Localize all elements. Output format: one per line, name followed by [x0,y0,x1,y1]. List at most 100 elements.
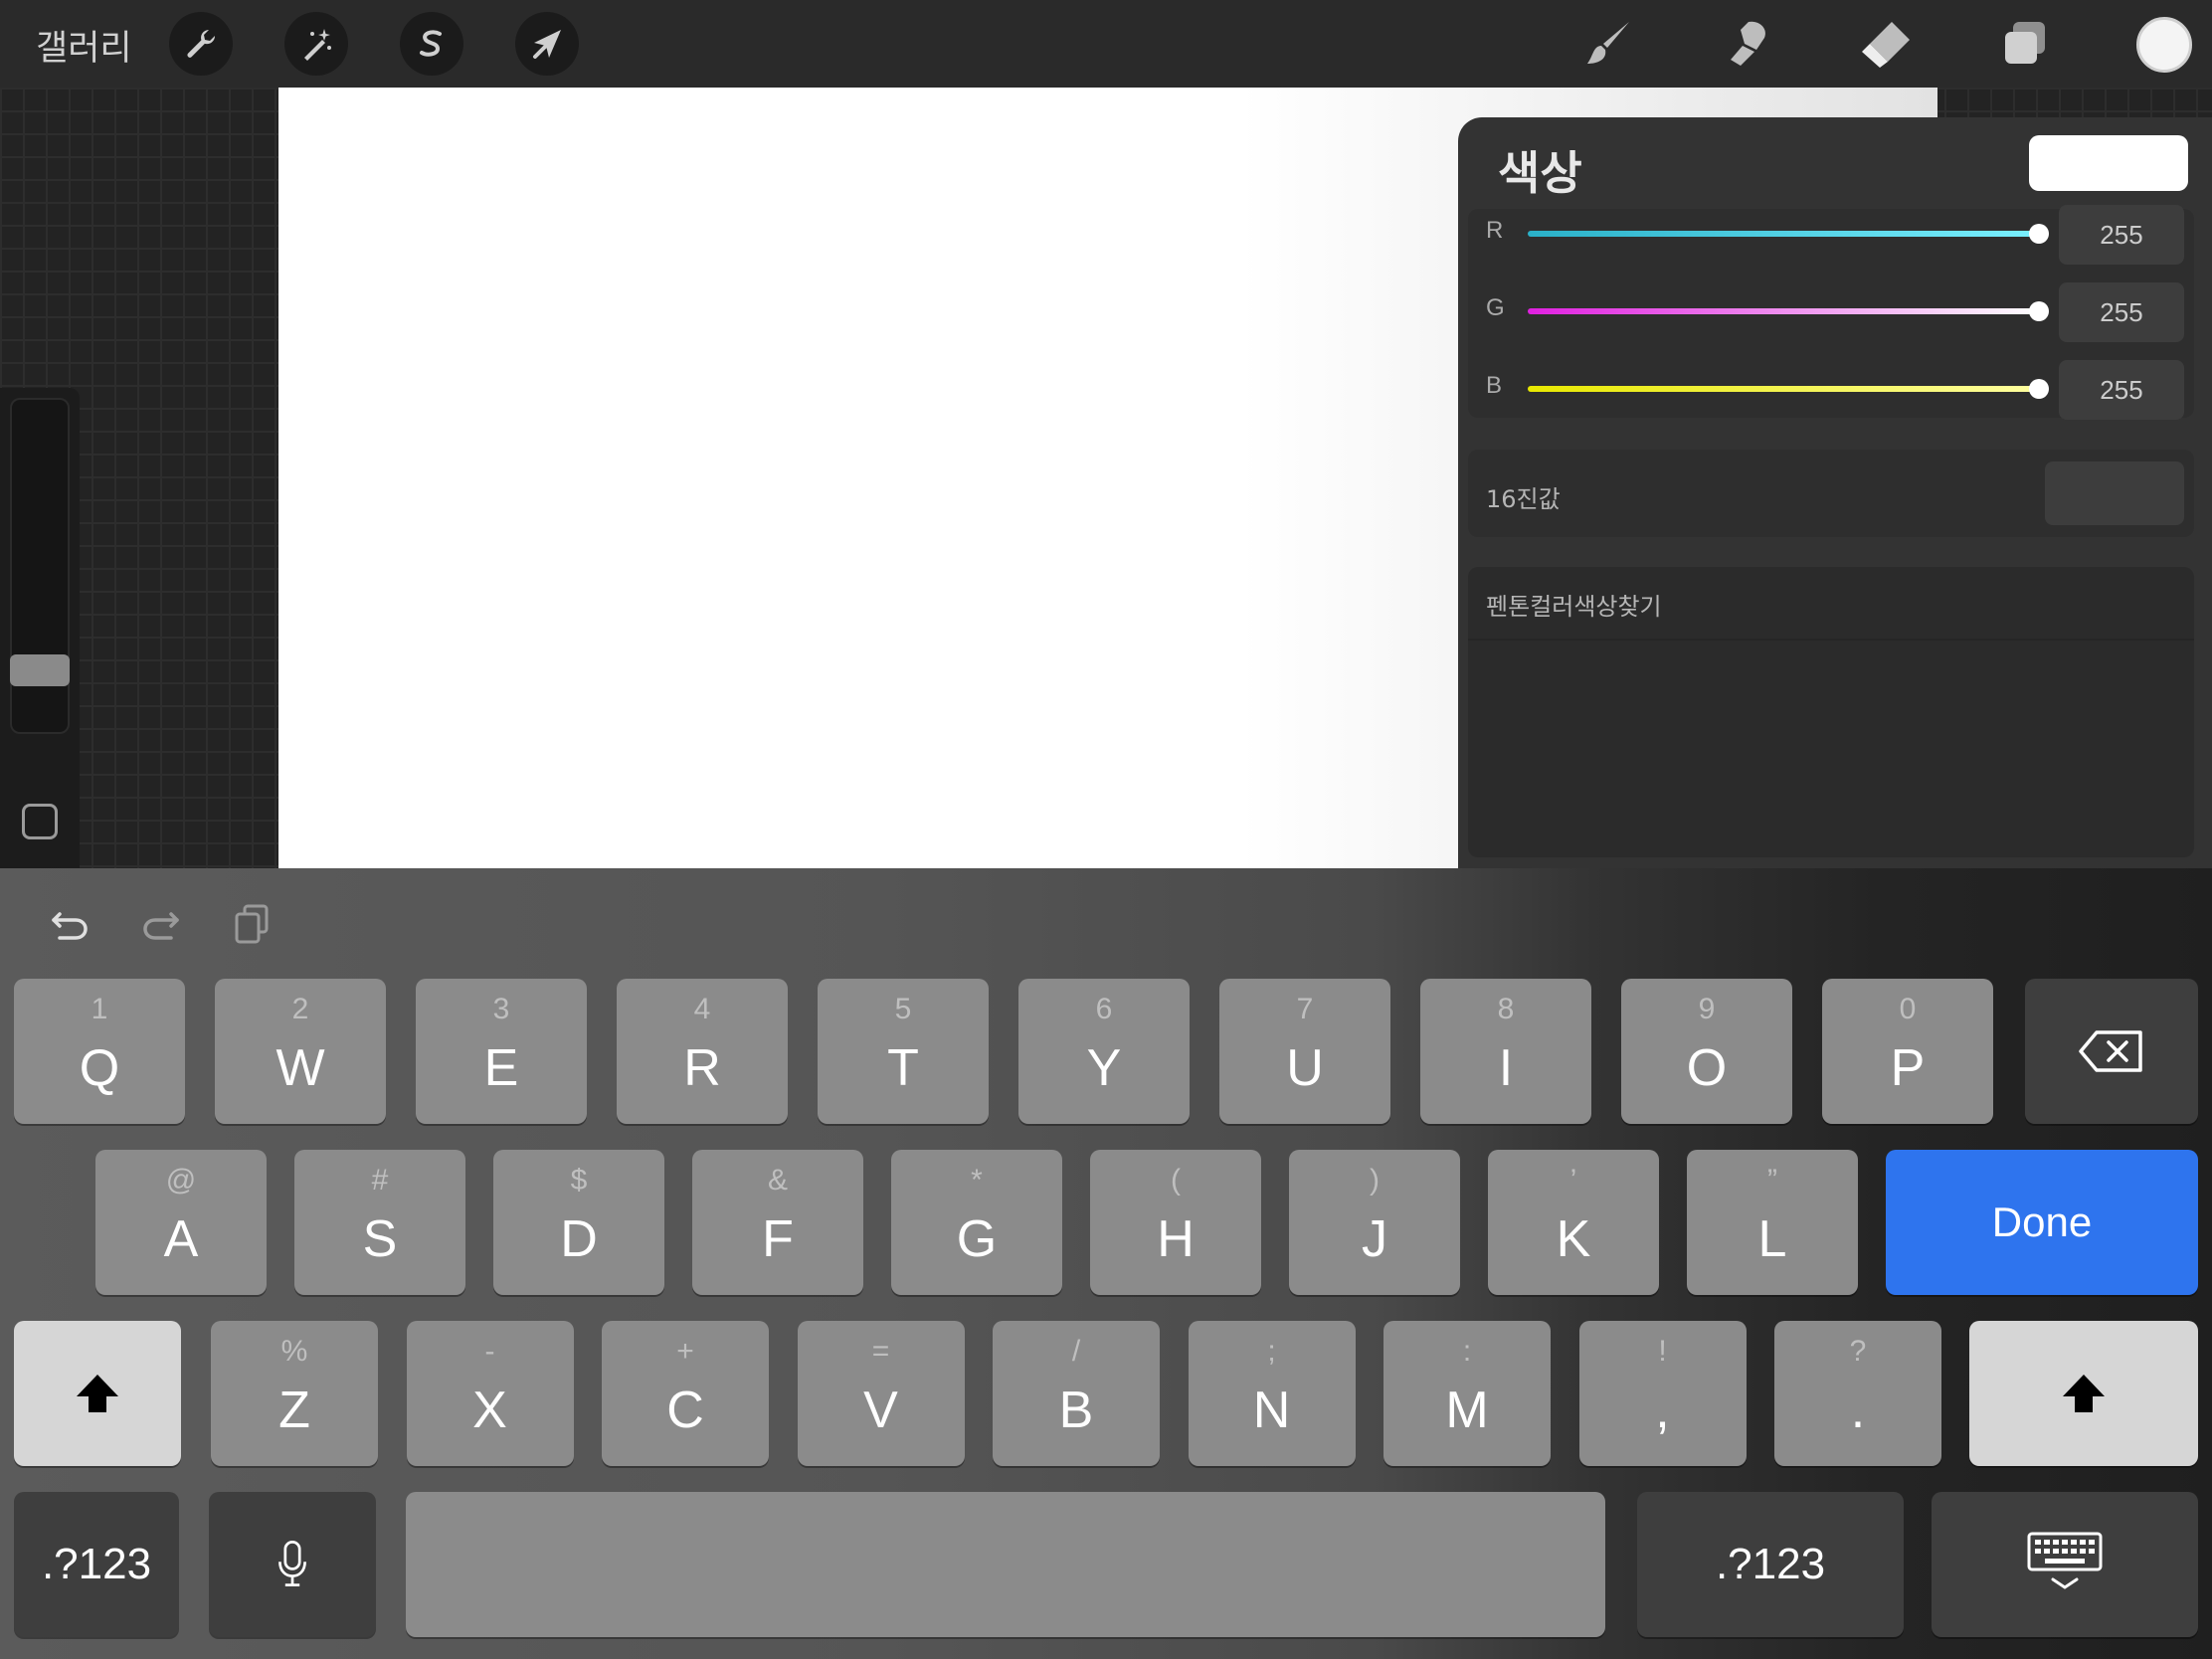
key-row1-7[interactable]: 8I [1420,979,1591,1124]
red-slider-knob[interactable] [2029,224,2049,244]
numbers-key-right-label: .?123 [1715,1540,1826,1588]
undo-button[interactable] [42,896,97,952]
key-row2-6[interactable]: ) J [1289,1150,1460,1295]
redo-button[interactable] [133,896,189,952]
transform-button[interactable] [515,12,579,76]
color-picker-button[interactable] [2136,17,2192,73]
color-panel: 색상 R 255 G 255 B 255 16진값 펜톤컬러색상찾기 [1458,117,2212,868]
selection-button[interactable] [400,12,463,76]
green-slider-track[interactable] [1528,308,2039,314]
key-secondary-label: * [971,1164,983,1197]
key-row3-5[interactable]: ; N [1188,1321,1356,1466]
green-label: G [1486,294,1505,321]
key-row2-1[interactable]: # S [294,1150,465,1295]
redo-icon [143,912,179,940]
key-secondary-label: ; [1267,1335,1276,1368]
key-row3-1[interactable]: -X [406,1321,574,1466]
key-row3-7[interactable]: !, [1578,1321,1747,1466]
key-secondary-label: $ [570,1164,588,1197]
dictation-key[interactable] [209,1492,376,1637]
shift-key-left[interactable] [14,1321,181,1466]
red-value-field[interactable]: 255 [2059,205,2184,265]
key-secondary-label: 1 [91,993,108,1025]
numbers-key-left[interactable]: .?123 [14,1492,179,1637]
blue-value-field[interactable]: 255 [2059,360,2184,420]
key-row1-5[interactable]: 6Y [1018,979,1190,1124]
blue-slider-knob[interactable] [2029,379,2049,399]
green-row: G 255 [1468,276,2194,346]
key-primary-label: C [666,1382,704,1439]
key-row2-2[interactable]: $ D [493,1150,664,1295]
key-row3-4[interactable]: / B [993,1321,1160,1466]
keyboard-dismiss-icon [2027,1532,2103,1589]
green-slider-knob[interactable] [2029,301,2049,321]
paste-button[interactable] [225,896,280,952]
key-secondary-label: @ [165,1164,197,1197]
selection-s-icon [420,30,442,57]
brush-button[interactable] [1579,14,1639,74]
key-row2-5[interactable]: (H [1090,1150,1261,1295]
space-key[interactable] [406,1492,1605,1637]
shift-key-right[interactable] [1969,1321,2198,1466]
red-slider-track[interactable] [1528,231,2039,237]
actions-button[interactable] [169,12,233,76]
blue-row: B 255 [1468,354,2194,424]
layers-button[interactable] [1995,14,2055,74]
key-primary-label: T [887,1039,919,1097]
done-key[interactable]: Done [1886,1150,2198,1295]
key-secondary-label: + [676,1335,694,1368]
key-row1-2[interactable]: 3E [416,979,587,1124]
key-primary-label: Y [1086,1039,1122,1097]
key-row3-8[interactable]: ?. [1774,1321,1941,1466]
rgb-sliders: R 255 G 255 B 255 [1468,205,2194,420]
brush-size-thumb[interactable] [10,654,70,686]
key-row1-4[interactable]: 5T [818,979,989,1124]
modify-button[interactable] [22,804,58,839]
key-primary-label: M [1445,1382,1489,1439]
key-row2-3[interactable]: & F [692,1150,863,1295]
key-row2-0[interactable]: @ A [95,1150,267,1295]
key-secondary-label: 5 [894,993,912,1025]
key-primary-label: K [1556,1210,1591,1268]
pantone-search-section: 펜톤컬러색상찾기 [1468,567,2194,857]
key-row3-2[interactable]: + C [602,1321,769,1466]
top-toolbar: 갤러리 [0,0,2212,88]
hex-input[interactable] [2045,461,2184,525]
eraser-button[interactable] [1856,14,1916,74]
key-secondary-label: = [871,1335,890,1368]
key-row1-1[interactable]: 2W [215,979,386,1124]
backspace-key[interactable] [2025,979,2198,1124]
smudge-button[interactable] [1717,14,1776,74]
done-key-label: Done [1991,1198,2093,1245]
key-row1-8[interactable]: 9O [1621,979,1792,1124]
blue-slider-track[interactable] [1528,386,2039,392]
current-color-swatch[interactable] [2029,135,2188,191]
adjustments-button[interactable] [284,12,348,76]
key-row1-3[interactable]: 4R [617,979,788,1124]
key-row3-6[interactable]: :M [1383,1321,1551,1466]
gallery-button[interactable]: 갤러리 [36,20,132,71]
key-primary-label: O [1686,1039,1728,1097]
key-secondary-label: 7 [1296,993,1314,1025]
pantone-search-label[interactable]: 펜톤컬러색상찾기 [1486,587,1662,622]
key-row3-0[interactable]: % Z [211,1321,378,1466]
key-row2-4[interactable]: * G [891,1150,1062,1295]
blue-label: B [1486,372,1503,399]
key-secondary-label: ’ [1569,1164,1577,1197]
hide-keyboard-key[interactable] [1932,1492,2198,1637]
green-value-field[interactable]: 255 [2059,282,2184,342]
key-secondary-label: ) [1370,1164,1380,1197]
key-row2-7[interactable]: ’ K [1488,1150,1659,1295]
key-row1-0[interactable]: 1Q [14,979,185,1124]
key-row1-6[interactable]: 7U [1219,979,1390,1124]
key-secondary-label: / [1071,1335,1081,1368]
key-primary-label: , [1655,1382,1670,1439]
panel-title: 색상 [1498,146,1582,200]
key-secondary-label: - [484,1335,495,1368]
numbers-key-right[interactable]: .?123 [1637,1492,1904,1637]
key-secondary-label: : [1462,1335,1472,1368]
key-row1-9[interactable]: 0P [1822,979,1993,1124]
key-row2-8[interactable]: ” L [1687,1150,1858,1295]
key-primary-label: L [1757,1210,1787,1268]
key-row3-3[interactable]: = V [797,1321,965,1466]
